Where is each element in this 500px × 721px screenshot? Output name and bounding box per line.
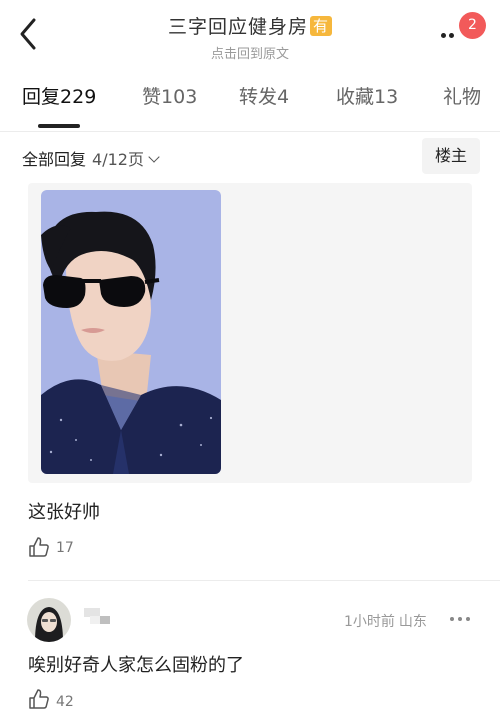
filter-label: 全部回复: [22, 150, 87, 169]
tab-favorites[interactable]: 收藏13: [336, 82, 398, 109]
comment-meta: 1小时前 山东: [344, 611, 427, 631]
more-dot-icon: [441, 33, 446, 38]
blurred-username[interactable]: [84, 606, 118, 626]
comment-time: 1小时前: [344, 614, 395, 630]
tab-replies[interactable]: 回复229: [22, 82, 96, 109]
more-dot-icon: [458, 617, 462, 621]
like-count: 17: [56, 540, 74, 556]
tab-gifts[interactable]: 礼物: [443, 82, 481, 109]
chevron-down-icon: [148, 151, 160, 163]
tab-reposts[interactable]: 转发4: [239, 82, 289, 109]
avatar[interactable]: [27, 598, 71, 642]
comment-like-count: 42: [56, 694, 74, 710]
tab-count: 13: [374, 86, 399, 108]
tab-label: 收藏: [336, 86, 375, 108]
post-text: 这张好帅: [28, 502, 100, 523]
chevron-left-icon: [20, 18, 36, 50]
title-badge: 有: [310, 16, 333, 36]
notification-badge: 2: [459, 12, 486, 39]
tab-count: 103: [161, 86, 198, 108]
tab-label: 礼物: [443, 86, 482, 108]
tab-count: 229: [60, 86, 97, 108]
tab-likes[interactable]: 赞103: [142, 82, 197, 109]
more-dot-icon: [450, 617, 454, 621]
tab-label: 赞: [142, 86, 162, 108]
tab-label: 转发: [239, 86, 278, 108]
top-bar: 三字回应健身房有 点击回到原文 2: [0, 0, 500, 70]
tab-count: 4: [277, 86, 290, 108]
comment-like-button[interactable]: [28, 688, 50, 712]
back-to-original-link[interactable]: 点击回到原文: [100, 43, 400, 62]
title-area[interactable]: 三字回应健身房有 点击回到原文: [100, 12, 400, 62]
thumbs-up-icon: [29, 689, 49, 709]
blur-block-icon: [84, 608, 110, 624]
comment-text: 唉别好奇人家怎么固粉的了: [28, 655, 244, 676]
avatar-image-icon: [27, 598, 71, 642]
page-title: 三字回应健身房有: [100, 12, 400, 39]
thumbs-up-icon: [29, 537, 49, 557]
active-tab-indicator: [38, 124, 80, 128]
more-dot-icon: [449, 33, 454, 38]
more-dot-icon: [466, 617, 470, 621]
divider: [0, 131, 500, 132]
tab-bar: 回复229 赞103 转发4 收藏13 礼物: [0, 82, 500, 130]
owner-only-button[interactable]: 楼主: [422, 138, 480, 174]
page-title-text: 三字回应健身房: [167, 16, 308, 38]
portrait-image-icon: [41, 190, 221, 474]
reply-filter-dropdown[interactable]: 全部回复 4/12页: [22, 146, 160, 170]
like-button[interactable]: [28, 536, 50, 560]
back-button[interactable]: [14, 14, 44, 54]
portrait-photo[interactable]: [41, 190, 221, 474]
comment-location: 山东: [398, 614, 427, 630]
divider: [28, 580, 500, 581]
tab-label: 回复: [22, 86, 61, 108]
comment-more-button[interactable]: [450, 612, 474, 626]
page-indicator: 4/12页: [92, 150, 144, 169]
